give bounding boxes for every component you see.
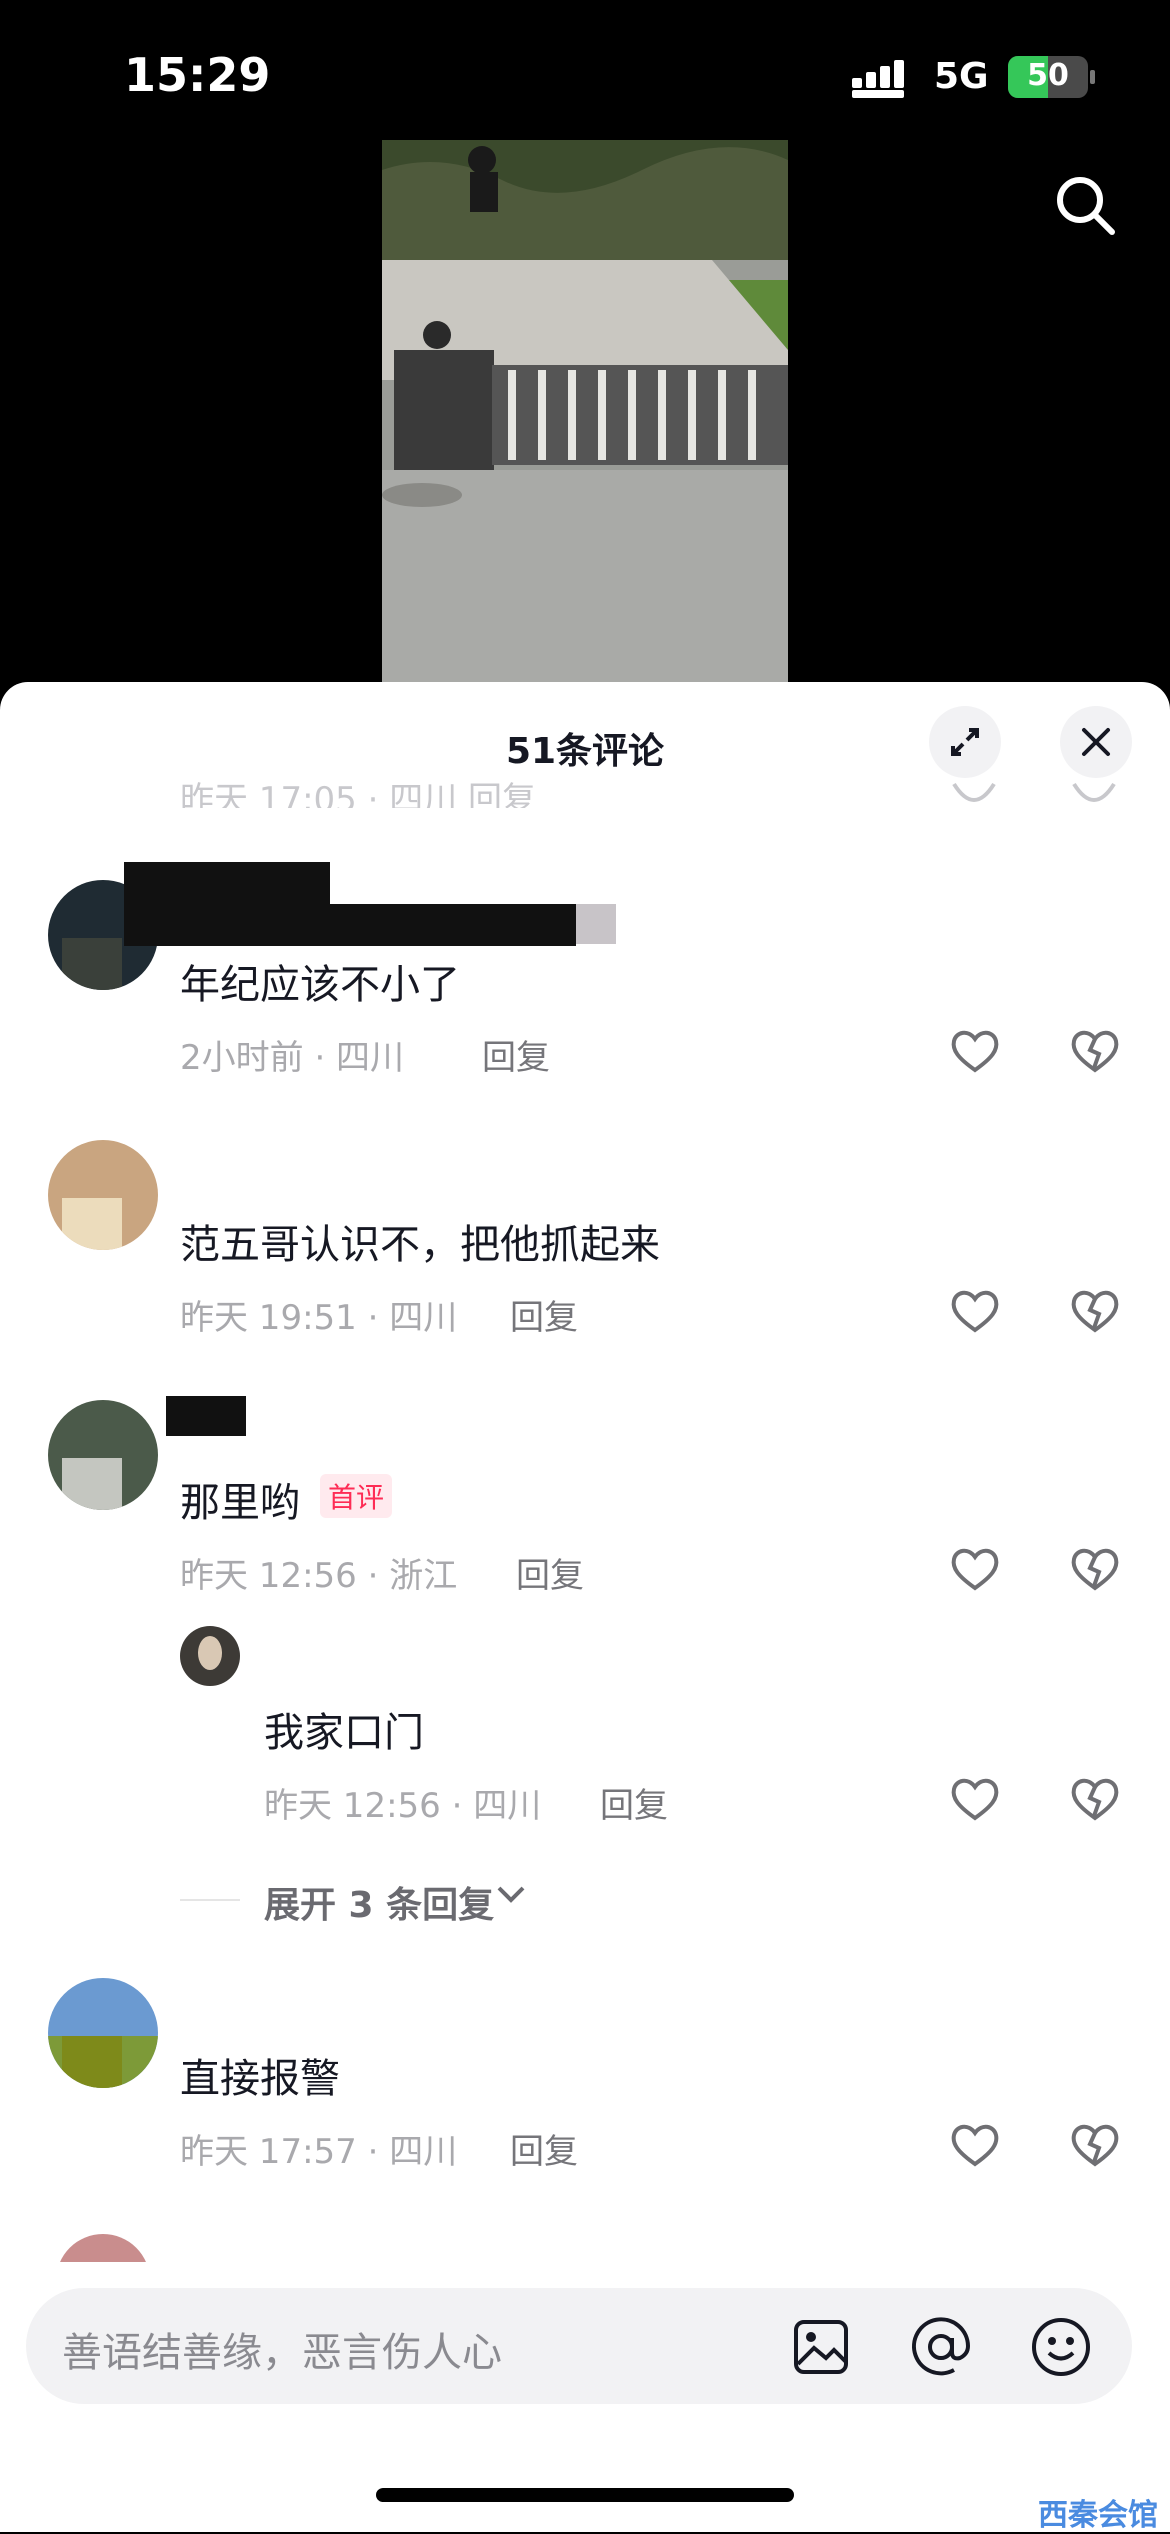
heart-icon[interactable]: [950, 1776, 1000, 1822]
partial-comment-meta: 昨天 17:05 · 四川 回复: [180, 780, 537, 808]
redacted-username: [124, 904, 576, 946]
reply-button[interactable]: 回复: [482, 1030, 550, 1079]
dislike-icon[interactable]: [1070, 1546, 1120, 1592]
dislike-icon[interactable]: [1070, 1028, 1120, 1074]
redacted-username: [576, 904, 616, 944]
reply-button[interactable]: 回复: [600, 1778, 668, 1827]
dislike-icon[interactable]: [1070, 1776, 1120, 1822]
heart-icon[interactable]: [950, 1288, 1000, 1334]
avatar-mosaic: [62, 1198, 122, 1250]
heart-icon[interactable]: [950, 1546, 1000, 1592]
expand-icon: [951, 728, 979, 756]
heart-icon[interactable]: [950, 1028, 1000, 1074]
reply-button[interactable]: 回复: [516, 1548, 584, 1597]
expand-sheet-button[interactable]: [929, 706, 1001, 778]
comment-meta: 昨天 19:51 · 四川: [180, 1298, 458, 1338]
avatar[interactable]: [180, 1626, 240, 1686]
watermark: 西秦会馆: [1038, 2498, 1158, 2533]
comment-meta: 昨天 17:57 · 四川: [180, 2132, 458, 2172]
chevron-down-icon[interactable]: [496, 1884, 526, 1906]
expand-replies-button[interactable]: 展开 3 条回复: [264, 1876, 494, 1928]
reply-meta: 昨天 12:56 · 四川: [264, 1786, 542, 1826]
reply-text: 我家口门: [264, 1710, 424, 1756]
avatar-face: [198, 1636, 222, 1670]
battery-icon: 50: [1008, 56, 1088, 98]
battery-percent: 50: [1027, 58, 1069, 93]
expand-divider: [180, 1899, 240, 1901]
mention-icon[interactable]: [910, 2316, 972, 2378]
emoji-icon[interactable]: [1030, 2316, 1092, 2378]
dislike-icon[interactable]: [1070, 1288, 1120, 1334]
heart-icon[interactable]: [952, 782, 996, 808]
avatar-mosaic: [62, 938, 122, 990]
comment-text: 范五哥认识不，把他抓起来: [180, 1222, 660, 1268]
redacted-username: [124, 862, 330, 904]
video-frame-image: [382, 140, 788, 686]
dislike-icon[interactable]: [1070, 2122, 1120, 2168]
reply-button[interactable]: 回复: [510, 1290, 578, 1339]
close-sheet-button[interactable]: [1060, 706, 1132, 778]
comment-text: 直接报警: [180, 2056, 340, 2102]
comment-text: 年纪应该不小了: [180, 962, 460, 1008]
comments-sheet: [0, 682, 1170, 2532]
avatar[interactable]: [48, 1400, 158, 1510]
battery-cap: [1090, 70, 1095, 84]
comment-meta: 昨天 12:56 · 浙江: [180, 1556, 458, 1596]
redacted-username: [166, 1396, 246, 1436]
image-icon[interactable]: [792, 2318, 850, 2376]
close-icon: [1082, 728, 1110, 756]
avatar[interactable]: [48, 1978, 158, 2088]
avatar-mosaic: [62, 1458, 122, 1510]
cellular-signal-icon: [852, 60, 904, 98]
avatar[interactable]: [48, 1140, 158, 1250]
comment-meta: 2小时前 · 四川: [180, 1038, 405, 1078]
comment-input-placeholder: 善语结善缘，恶言伤人心: [62, 2330, 502, 2376]
network-type: 5G: [934, 56, 989, 97]
heart-icon[interactable]: [950, 2122, 1000, 2168]
video-thumbnail[interactable]: [382, 140, 788, 686]
comment-text: 那里哟: [180, 1480, 300, 1526]
avatar-mosaic: [62, 2036, 122, 2088]
first-comment-badge: 首评: [320, 1474, 393, 1518]
dislike-icon[interactable]: [1072, 782, 1116, 808]
home-indicator[interactable]: [376, 2488, 794, 2502]
status-time: 15:29: [124, 48, 271, 102]
reply-button[interactable]: 回复: [510, 2124, 578, 2173]
search-icon[interactable]: [1050, 170, 1120, 240]
